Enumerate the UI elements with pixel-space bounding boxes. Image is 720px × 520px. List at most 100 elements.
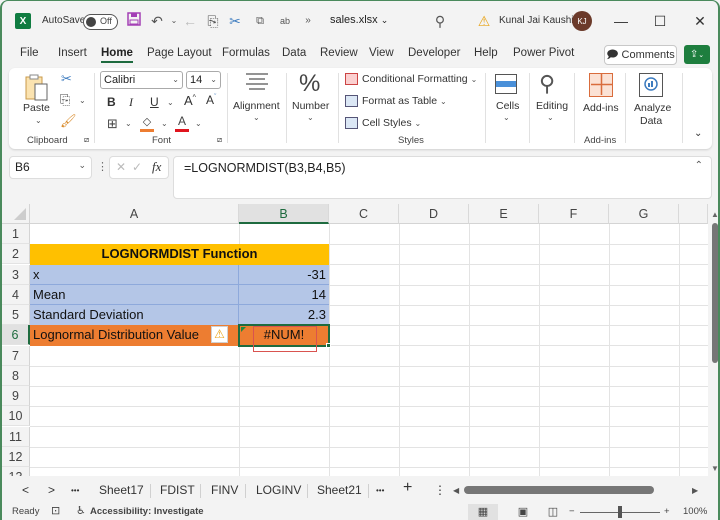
column-header-b[interactable]: B — [239, 204, 329, 224]
zoom-out-button[interactable]: − — [569, 506, 575, 517]
cells-icon[interactable] — [495, 74, 517, 94]
tab-home[interactable]: Home — [101, 47, 133, 63]
cancel-icon[interactable]: ✕ — [116, 160, 126, 174]
decrease-font-icon[interactable]: Aˇ — [206, 93, 216, 107]
sheet-tab-fdist[interactable]: FDIST — [160, 483, 195, 497]
tab-file[interactable]: File — [20, 47, 39, 59]
sheet-tab-loginv[interactable]: LOGINV — [256, 483, 301, 497]
tab-insert[interactable]: Insert — [58, 47, 87, 59]
column-header-h[interactable] — [679, 204, 708, 224]
paste-label[interactable]: Paste — [23, 102, 50, 114]
row-header-9[interactable]: 9 — [2, 386, 30, 407]
fill-color-dropdown-icon[interactable]: ⌄ — [161, 119, 168, 128]
row-header-1[interactable]: 1 — [2, 224, 30, 245]
redo-icon[interactable]: ← — [181, 12, 199, 30]
cell-b4[interactable]: 14 — [239, 285, 329, 305]
borders-icon[interactable]: ⊞ — [107, 116, 118, 132]
formula-input[interactable]: =LOGNORMDIST(B3,B4,B5) ⌃ — [173, 156, 712, 199]
tab-bar-splitter[interactable]: ⋮ — [434, 483, 446, 497]
row-header-6[interactable]: 6 — [2, 325, 30, 346]
row-header-10[interactable]: 10 — [2, 406, 30, 427]
analyze-label-1[interactable]: Analyze — [634, 102, 671, 114]
column-header-g[interactable]: G — [609, 204, 679, 224]
scroll-up-icon[interactable]: ▲ — [711, 210, 718, 219]
cell-a3[interactable]: x — [30, 265, 239, 285]
column-header-f[interactable]: F — [539, 204, 609, 224]
tab-data[interactable]: Data — [282, 47, 306, 59]
conditional-formatting-button[interactable]: Conditional Formatting ⌄ — [362, 73, 477, 85]
alignment-label[interactable]: Alignment — [233, 100, 280, 112]
analyze-data-icon[interactable] — [639, 73, 663, 97]
font-name-select[interactable]: Calibri ⌄ — [100, 71, 183, 89]
accessibility-icon[interactable]: ♿ — [76, 504, 86, 517]
file-name[interactable]: sales.xlsx ⌄ — [330, 14, 388, 26]
editing-dropdown-icon[interactable]: ⌄ — [547, 113, 554, 122]
row-header-2[interactable]: 2 — [2, 244, 30, 265]
paste-icon[interactable] — [23, 73, 51, 103]
error-warning-icon[interactable]: ⚠ — [211, 326, 228, 343]
fill-color-icon[interactable]: ◇ — [139, 114, 155, 132]
clipboard-launcher-icon[interactable]: ⧄ — [84, 135, 89, 145]
fill-handle[interactable] — [326, 343, 331, 348]
add-sheet-button[interactable]: + — [403, 479, 412, 497]
enter-icon[interactable]: ✓ — [132, 160, 142, 174]
accessibility-status[interactable]: Accessibility: Investigate — [90, 506, 204, 517]
ribbon-expand-icon[interactable]: ⌄ — [694, 128, 702, 139]
insert-function-icon[interactable]: fx — [152, 159, 161, 175]
addins-button-label[interactable]: Add-ins — [583, 102, 619, 114]
row-header-7[interactable]: 7 — [2, 346, 30, 367]
column-header-a[interactable]: A — [30, 204, 239, 224]
sheet-prev-button[interactable]: < — [22, 483, 29, 497]
sheet-next-button[interactable]: > — [48, 483, 55, 497]
page-break-view-button[interactable]: ◫ — [538, 504, 568, 520]
row-header-11[interactable]: 11 — [2, 427, 30, 448]
spelling-icon[interactable]: ab — [276, 12, 294, 30]
underline-button[interactable]: U — [150, 95, 159, 109]
search-icon[interactable]: ⚲ — [431, 12, 449, 30]
font-size-select[interactable]: 14 ⌄ — [186, 71, 221, 89]
zoom-in-button[interactable]: + — [664, 506, 670, 517]
copy-icon[interactable]: ⎘ — [204, 12, 222, 30]
sheet-more-left-button[interactable]: ••• — [71, 486, 79, 495]
name-box[interactable]: B6 ⌄ — [9, 156, 92, 179]
row-header-3[interactable]: 3 — [2, 265, 30, 286]
row-header-12[interactable]: 12 — [2, 447, 30, 468]
tab-power-pivot[interactable]: Power Pivot — [513, 47, 574, 59]
addins-icon[interactable] — [589, 73, 613, 97]
search-icon[interactable]: ⚲ — [539, 71, 555, 97]
underline-dropdown-icon[interactable]: ⌄ — [167, 98, 174, 107]
borders-dropdown-icon[interactable]: ⌄ — [125, 119, 132, 128]
italic-button[interactable]: I — [129, 95, 133, 110]
vertical-scroll-thumb[interactable] — [712, 223, 718, 363]
screenshot-icon[interactable]: ⧉ — [251, 12, 269, 30]
minimize-button[interactable]: — — [611, 11, 631, 31]
sheet-tab-sheet17[interactable]: Sheet17 — [99, 483, 144, 497]
select-all-button[interactable] — [2, 204, 30, 224]
cells-dropdown-icon[interactable]: ⌄ — [503, 113, 510, 122]
normal-view-button[interactable]: ▦ — [468, 504, 498, 520]
analyze-label-2[interactable]: Data — [640, 115, 662, 127]
formula-bar-grip-icon[interactable]: ⋮ — [97, 160, 108, 173]
font-color-icon[interactable]: A — [174, 114, 190, 132]
tab-developer[interactable]: Developer — [408, 47, 460, 59]
column-header-e[interactable]: E — [469, 204, 539, 224]
copy-icon[interactable]: ⎘ — [60, 92, 70, 108]
page-layout-view-button[interactable]: ▣ — [508, 504, 538, 520]
scroll-down-icon[interactable]: ▼ — [711, 464, 718, 473]
sheet-tab-finv[interactable]: FINV — [211, 483, 238, 497]
cell-a6[interactable]: Lognormal Distribution Value — [30, 325, 239, 346]
macro-recording-icon[interactable]: ⊡ — [51, 504, 60, 517]
row-header-5[interactable]: 5 — [2, 305, 30, 326]
number-label[interactable]: Number — [292, 100, 329, 112]
scroll-right-icon[interactable]: ▶ — [692, 486, 698, 495]
tab-formulas[interactable]: Formulas — [222, 47, 270, 59]
cell-a5[interactable]: Standard Deviation — [30, 305, 239, 325]
paste-dropdown-icon[interactable]: ⌄ — [35, 116, 42, 125]
comments-button[interactable]: 🗩 Comments — [604, 45, 677, 65]
row-header-8[interactable]: 8 — [2, 366, 30, 387]
tab-view[interactable]: View — [369, 47, 394, 59]
number-dropdown-icon[interactable]: ⌄ — [307, 113, 314, 122]
sheet-tab-sheet21[interactable]: Sheet21 — [317, 483, 362, 497]
copy-dropdown-icon[interactable]: ⌄ — [79, 96, 86, 105]
maximize-button[interactable]: ☐ — [650, 11, 670, 31]
